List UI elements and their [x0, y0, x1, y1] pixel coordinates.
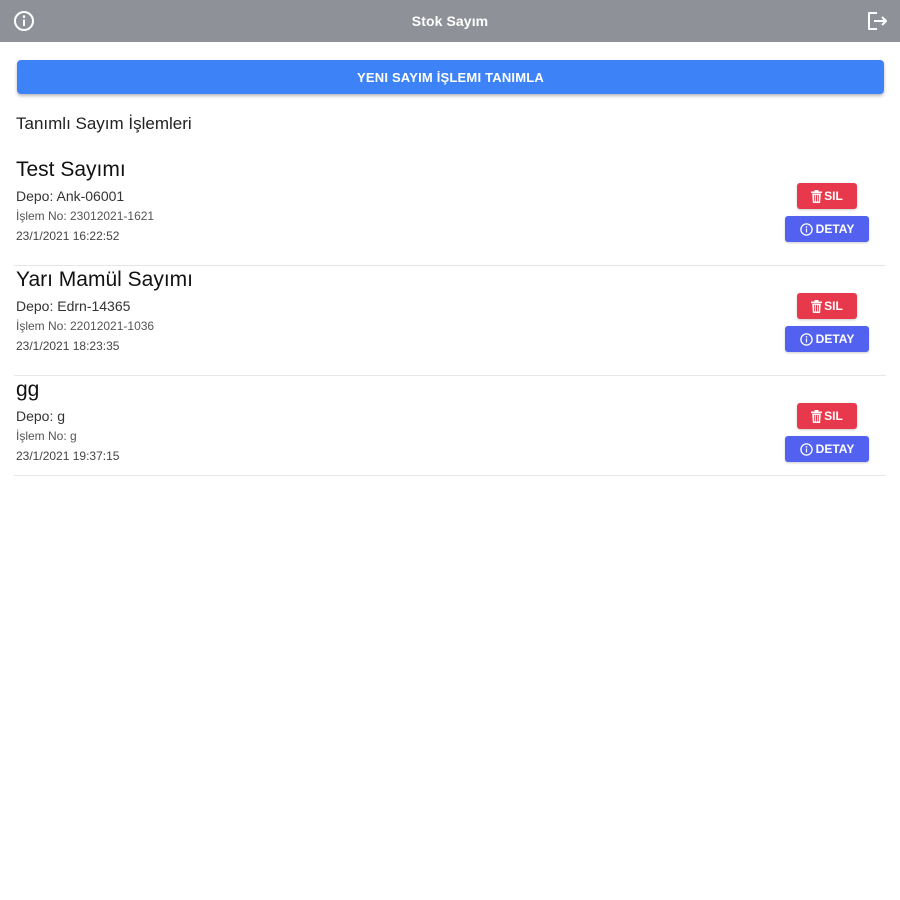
info-circle-icon[interactable]: [12, 10, 36, 32]
delete-button[interactable]: SIL: [797, 183, 857, 209]
count-name: Test Sayımı: [16, 158, 126, 181]
logout-icon[interactable]: [865, 10, 889, 32]
list-item: Test Sayımı Depo: Ank-06001 İşlem No: 23…: [14, 156, 886, 266]
list-item: Yarı Mamül Sayımı Depo: Edrn-14365 İşlem…: [14, 266, 886, 376]
date-text: 23/1/2021 19:37:15: [16, 449, 120, 463]
app-header: Stok Sayım: [0, 0, 900, 42]
info-circle-icon: [799, 442, 813, 456]
depo-text: Depo: Ank-06001: [16, 188, 125, 204]
trash-icon: [811, 189, 823, 203]
islem-no-text: İşlem No: g: [16, 429, 77, 443]
detail-label: DETAY: [815, 442, 855, 456]
info-circle-icon: [799, 332, 813, 346]
detail-label: DETAY: [815, 332, 855, 346]
trash-icon: [811, 299, 823, 313]
delete-label: SIL: [824, 189, 843, 203]
delete-label: SIL: [824, 409, 843, 423]
delete-button[interactable]: SIL: [797, 403, 857, 429]
depo-text: Depo: Edrn-14365: [16, 298, 131, 314]
info-circle-icon: [799, 222, 813, 236]
detail-label: DETAY: [815, 222, 855, 236]
list-item: gg Depo: g İşlem No: g 23/1/2021 19:37:1…: [14, 376, 886, 476]
date-text: 23/1/2021 16:22:52: [16, 229, 120, 243]
date-text: 23/1/2021 18:23:35: [16, 339, 120, 353]
depo-text: Depo: g: [16, 408, 66, 424]
count-name: gg: [16, 378, 40, 401]
delete-label: SIL: [824, 299, 843, 313]
islem-no-text: İşlem No: 22012021-1036: [16, 319, 155, 333]
islem-no-text: İşlem No: 23012021-1621: [16, 209, 155, 223]
trash-icon: [811, 409, 823, 423]
delete-button[interactable]: SIL: [797, 293, 857, 319]
detail-button[interactable]: DETAY: [785, 216, 869, 242]
section-title: Tanımlı Sayım İşlemleri: [16, 114, 192, 133]
new-count-button[interactable]: YENI SAYIM İŞLEMI TANIMLA: [17, 60, 884, 94]
app-title: Stok Sayım: [411, 13, 489, 29]
detail-button[interactable]: DETAY: [785, 326, 869, 352]
detail-button[interactable]: DETAY: [785, 436, 869, 462]
count-name: Yarı Mamül Sayımı: [16, 268, 193, 291]
